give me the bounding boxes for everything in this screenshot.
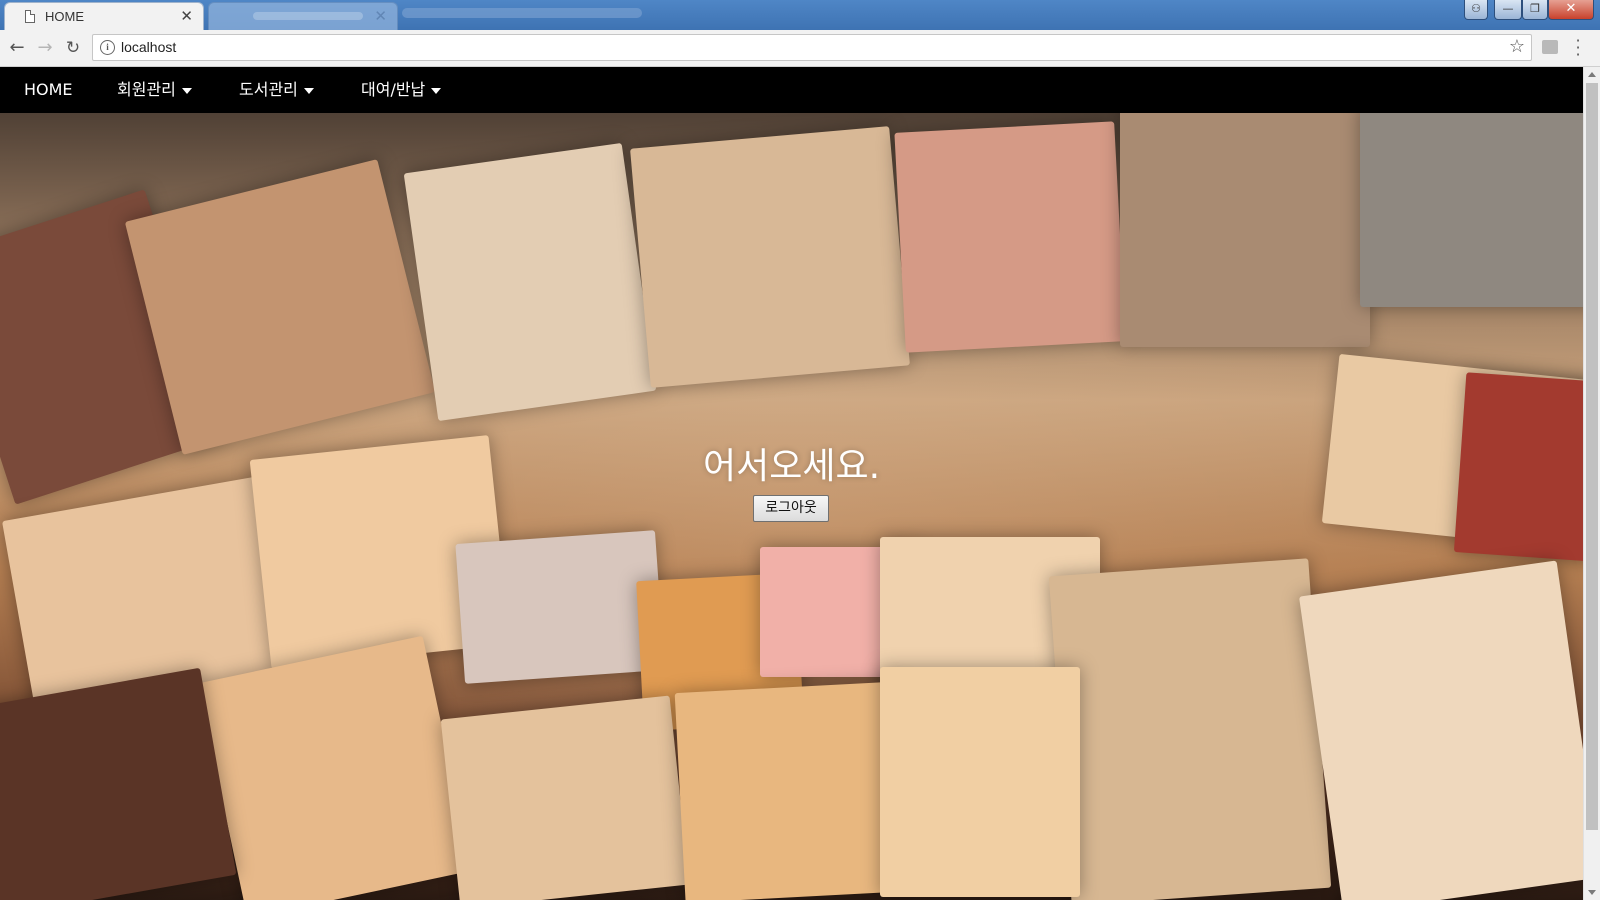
tab-home[interactable]: HOME ✕ <box>4 2 204 30</box>
minimize-button[interactable]: — <box>1494 0 1522 20</box>
back-arrow-icon[interactable]: ← <box>6 37 28 59</box>
tab-background[interactable]: ✕ <box>208 2 398 30</box>
close-icon[interactable]: ✕ <box>374 7 387 25</box>
forward-arrow-icon[interactable]: → <box>34 37 56 59</box>
menu-dots-icon[interactable]: · · · <box>1574 33 1582 63</box>
caret-down-icon <box>431 87 442 94</box>
nav-home[interactable]: HOME <box>24 67 73 113</box>
address-url[interactable]: localhost <box>121 39 176 55</box>
main-navbar: HOME 회원관리 도서관리 대여/반납 <box>0 67 1583 113</box>
nav-home-label: HOME <box>24 80 73 99</box>
logout-button[interactable]: 로그아웃 <box>753 495 829 522</box>
page-scrollbar[interactable] <box>1583 67 1600 900</box>
nav-member-label: 회원관리 <box>117 80 176 99</box>
bookmark-star-icon[interactable]: ☆ <box>1509 36 1525 57</box>
caret-down-icon <box>181 87 192 94</box>
page-icon <box>25 10 35 23</box>
welcome-heading: 어서오세요. <box>702 446 881 487</box>
scroll-down-arrow-icon[interactable] <box>1588 890 1596 895</box>
address-bar[interactable]: i localhost ☆ <box>92 34 1532 61</box>
reload-icon[interactable]: ↻ <box>62 37 84 59</box>
scroll-up-arrow-icon[interactable] <box>1588 72 1596 77</box>
caret-down-icon <box>303 87 314 94</box>
tab-title: HOME <box>45 9 84 24</box>
nav-member-management[interactable]: 회원관리 <box>117 67 192 113</box>
scroll-thumb[interactable] <box>1586 83 1598 830</box>
tab-title-blurred <box>253 12 363 20</box>
nav-rental-label: 대여/반납 <box>361 80 426 99</box>
nav-rental-return[interactable]: 대여/반납 <box>361 67 442 113</box>
extension-icon[interactable] <box>1542 40 1558 54</box>
info-icon[interactable]: i <box>100 40 115 55</box>
nav-book-management[interactable]: 도서관리 <box>239 67 314 113</box>
new-tab-area[interactable] <box>402 8 642 18</box>
maximize-button[interactable]: ❐ <box>1522 0 1548 20</box>
browser-toolbar: ← → ↻ i localhost ☆ · · · <box>0 30 1600 67</box>
browser-titlebar: HOME ✕ ✕ ⚇ — ❐ ✕ <box>0 0 1600 30</box>
close-icon[interactable]: ✕ <box>180 7 193 25</box>
user-profile-button[interactable]: ⚇ <box>1464 0 1488 20</box>
nav-book-label: 도서관리 <box>239 80 298 99</box>
page-content: HOME 회원관리 도서관리 대여/반납 어서오세요. 로그아웃 <box>0 67 1583 900</box>
close-window-button[interactable]: ✕ <box>1548 0 1594 20</box>
